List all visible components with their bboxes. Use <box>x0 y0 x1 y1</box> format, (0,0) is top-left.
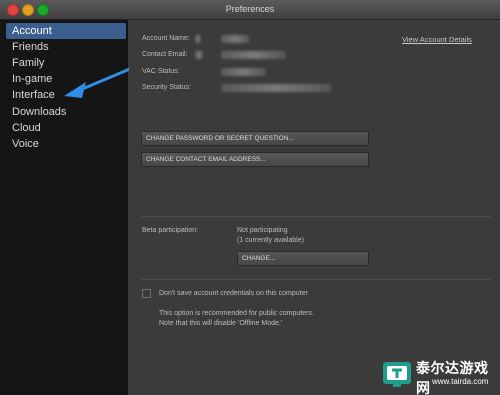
sidebar-item-downloads[interactable]: Downloads <box>0 104 128 120</box>
change-password-button[interactable]: CHANGE PASSWORD OR SECRET QUESTION... <box>141 131 369 146</box>
beta-participation-label: Beta participation: <box>142 227 199 234</box>
preferences-window: Preferences Account Friends Family In-ga… <box>0 0 500 395</box>
sidebar-item-account[interactable]: Account <box>6 23 126 39</box>
sidebar-item-cloud[interactable]: Cloud <box>0 120 128 136</box>
vac-status-redacted <box>221 68 266 76</box>
contact-email-label: Contact Email: <box>142 51 188 58</box>
beta-available-text: (1 currently available) <box>237 237 304 244</box>
credentials-note-line2: Note that this will disable 'Offline Mod… <box>159 320 283 327</box>
change-email-button[interactable]: CHANGE CONTACT EMAIL ADDRESS... <box>141 152 369 167</box>
account-name-label: Account Name: <box>142 35 190 42</box>
view-account-details-link[interactable]: View Account Details <box>402 35 472 44</box>
security-status-label: Security Status: <box>142 84 192 91</box>
security-status-redacted <box>221 84 331 92</box>
title-bar: Preferences <box>0 0 500 20</box>
beta-status-text: Not participating <box>237 227 288 234</box>
save-credentials-checkbox[interactable] <box>142 289 151 298</box>
account-panel: Account Name: Contact Email: VAC Status:… <box>129 20 500 395</box>
window-title: Preferences <box>225 4 275 14</box>
email-redacted <box>195 51 203 59</box>
beta-change-button[interactable]: CHANGE... <box>237 251 369 266</box>
save-credentials-label: Don't save account credentials on this c… <box>159 290 308 297</box>
site-logo-icon <box>383 362 411 387</box>
section-divider-2 <box>141 279 491 280</box>
sidebar-item-friends[interactable]: Friends <box>0 39 128 55</box>
watermark-url: www.tairda.com <box>432 377 489 386</box>
vac-status-label: VAC Status: <box>142 68 180 75</box>
pointer-arrow-icon <box>64 66 134 98</box>
email-redacted-2 <box>221 51 286 59</box>
sidebar-item-voice[interactable]: Voice <box>0 136 128 152</box>
account-name-redacted <box>195 35 201 43</box>
section-divider <box>141 216 491 217</box>
account-name-redacted-2 <box>221 35 249 43</box>
credentials-note-line1: This option is recommended for public co… <box>159 310 314 317</box>
site-watermark: 泰尔达游戏网 www.tairda.com <box>380 355 498 395</box>
